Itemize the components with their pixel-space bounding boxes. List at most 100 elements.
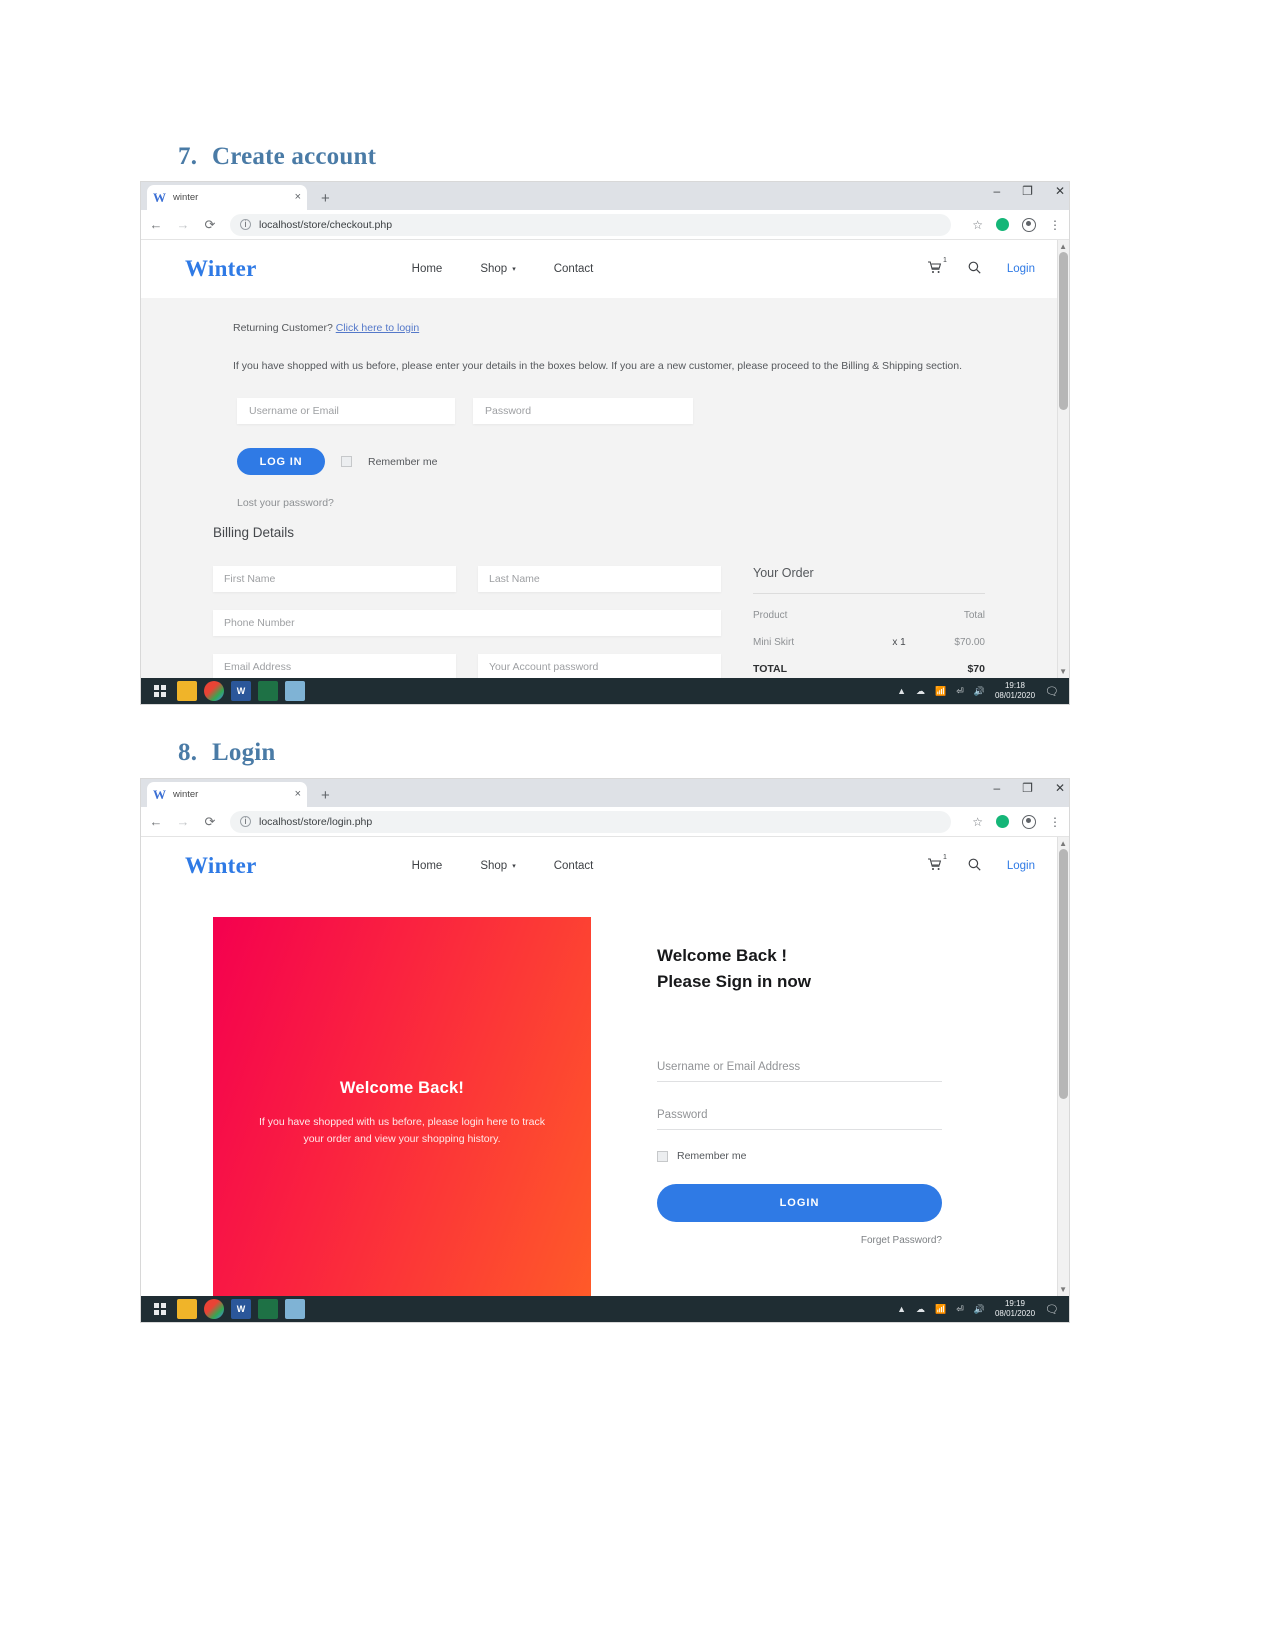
tray-expand-icon[interactable]: ▲ <box>897 686 906 696</box>
cart-icon-2[interactable]: 1 <box>927 854 947 874</box>
scrollbar-thumb[interactable] <box>1059 252 1068 410</box>
scroll-up-icon-2[interactable]: ▲ <box>1059 839 1067 848</box>
word-icon-2[interactable]: W <box>231 1299 251 1319</box>
scroll-down-icon[interactable]: ▼ <box>1059 667 1067 676</box>
page-scrollbar-2[interactable]: ▲ ▼ <box>1057 837 1069 1296</box>
login-password-input[interactable]: Password <box>657 1100 942 1130</box>
profile-avatar-icon[interactable] <box>1022 217 1036 232</box>
network-icon[interactable]: 📶 <box>935 686 946 697</box>
excel-icon-2[interactable] <box>258 1299 278 1319</box>
close-window-icon-2[interactable]: ✕ <box>1055 782 1065 794</box>
nav-item-contact-label-2: Contact <box>553 860 594 872</box>
forget-password-link[interactable]: Forget Password? <box>657 1235 942 1246</box>
url-input[interactable]: i localhost/store/checkout.php <box>230 213 952 236</box>
start-button[interactable] <box>147 685 173 697</box>
chrome-icon[interactable] <box>204 681 224 701</box>
onedrive-icon[interactable]: ☁ <box>916 686 925 697</box>
url-input-2[interactable]: i localhost/store/login.php <box>230 810 952 833</box>
close-window-icon[interactable]: ✕ <box>1055 185 1065 197</box>
battery-icon[interactable]: ⏎ <box>956 686 964 697</box>
browser-tab[interactable]: W winter × <box>147 185 307 210</box>
log-in-button[interactable]: LOG IN <box>237 448 325 475</box>
onedrive-icon-2[interactable]: ☁ <box>916 1304 925 1315</box>
nav-item-contact-2[interactable]: Contact <box>554 860 594 872</box>
lost-password-link[interactable]: Lost your password? <box>141 497 1069 509</box>
page-scrollbar[interactable]: ▲ ▼ <box>1057 240 1069 678</box>
email-address-input[interactable]: Email Address <box>213 654 456 678</box>
extension-icon-2[interactable] <box>996 815 1009 828</box>
browser-menu-icon[interactable]: ⋮ <box>1049 219 1061 231</box>
browser-tab-2[interactable]: W winter × <box>147 782 307 807</box>
nav-item-shop-2[interactable]: Shop ▾ <box>480 860 515 872</box>
first-name-input[interactable]: First Name <box>213 566 456 592</box>
account-password-input[interactable]: Your Account password <box>478 654 721 678</box>
word-icon[interactable]: W <box>231 681 251 701</box>
other-app-icon-2[interactable] <box>285 1299 305 1319</box>
address-bar-actions: ☆ ⋮ <box>964 217 1061 232</box>
bookmark-star-icon[interactable]: ☆ <box>972 218 983 232</box>
new-tab-icon[interactable]: + <box>321 190 330 207</box>
taskbar-clock[interactable]: 19:18 08/01/2020 <box>995 681 1035 701</box>
close-tab-icon[interactable]: × <box>295 192 301 203</box>
nav-login-link-2[interactable]: Login <box>1007 860 1035 872</box>
profile-avatar-icon-2[interactable] <box>1022 814 1036 829</box>
notifications-icon[interactable]: 🗨 <box>1045 685 1059 698</box>
nav-login-link[interactable]: Login <box>1007 263 1035 275</box>
taskbar-clock-2[interactable]: 19:19 08/01/2020 <box>995 1299 1035 1319</box>
reload-icon[interactable]: ⟳ <box>203 217 217 233</box>
page-viewport-2: Winter Home Shop ▾ Contact 1 Login Welco… <box>141 837 1069 1296</box>
scroll-up-icon[interactable]: ▲ <box>1059 242 1067 251</box>
username-input[interactable]: Username or Email <box>237 398 455 424</box>
maximize-icon-2[interactable]: ❐ <box>1022 782 1033 794</box>
file-explorer-icon-2[interactable] <box>177 1299 197 1319</box>
scrollbar-thumb-2[interactable] <box>1059 849 1068 1099</box>
site-info-icon[interactable]: i <box>240 219 251 230</box>
extension-icon[interactable] <box>996 218 1009 231</box>
checkout-hint-text: If you have shopped with us before, plea… <box>233 360 963 372</box>
network-icon-2[interactable]: 📶 <box>935 1304 946 1315</box>
start-button-2[interactable] <box>147 1303 173 1315</box>
volume-icon[interactable]: 🔊 <box>974 686 985 697</box>
password-input[interactable]: Password <box>473 398 693 424</box>
login-remember-checkbox[interactable] <box>657 1150 668 1162</box>
nav-item-contact[interactable]: Contact <box>554 263 594 275</box>
forward-icon[interactable]: → <box>176 217 190 232</box>
nav-item-shop[interactable]: Shop ▾ <box>480 263 515 275</box>
phone-number-input[interactable]: Phone Number <box>213 610 721 636</box>
site-logo[interactable]: Winter <box>185 256 257 282</box>
minimize-icon-2[interactable]: – <box>993 782 1000 794</box>
remember-me-checkbox[interactable] <box>341 456 352 467</box>
login-username-input[interactable]: Username or Email Address <box>657 1052 942 1082</box>
browser-menu-icon-2[interactable]: ⋮ <box>1049 816 1061 828</box>
click-here-to-login-link[interactable]: Click here to login <box>336 322 419 334</box>
battery-icon-2[interactable]: ⏎ <box>956 1304 964 1315</box>
site-logo-2[interactable]: Winter <box>185 853 257 879</box>
back-icon[interactable]: ← <box>149 217 163 232</box>
taskbar-apps: W <box>177 681 305 701</box>
minimize-icon[interactable]: – <box>993 185 1000 197</box>
notifications-icon-2[interactable]: 🗨 <box>1045 1303 1059 1316</box>
maximize-icon[interactable]: ❐ <box>1022 185 1033 197</box>
browser-window-checkout: W winter × + – ❐ ✕ ← → ⟳ i localhost/sto… <box>140 181 1070 705</box>
nav-item-home-2[interactable]: Home <box>412 860 443 872</box>
new-tab-icon-2[interactable]: + <box>321 787 330 804</box>
cart-icon[interactable]: 1 <box>927 257 947 277</box>
search-icon-2[interactable] <box>968 858 981 874</box>
search-icon[interactable] <box>968 261 981 277</box>
last-name-input[interactable]: Last Name <box>478 566 721 592</box>
site-info-icon-2[interactable]: i <box>240 816 251 827</box>
volume-icon-2[interactable]: 🔊 <box>974 1304 985 1315</box>
other-app-icon[interactable] <box>285 681 305 701</box>
login-submit-button[interactable]: LOGIN <box>657 1184 942 1222</box>
chrome-icon-2[interactable] <box>204 1299 224 1319</box>
back-icon-2[interactable]: ← <box>149 814 163 829</box>
reload-icon-2[interactable]: ⟳ <box>203 814 217 830</box>
forward-icon-2[interactable]: → <box>176 814 190 829</box>
excel-icon[interactable] <box>258 681 278 701</box>
tray-expand-icon-2[interactable]: ▲ <box>897 1304 906 1314</box>
bookmark-star-icon-2[interactable]: ☆ <box>972 815 983 829</box>
nav-item-home[interactable]: Home <box>412 263 443 275</box>
close-tab-icon-2[interactable]: × <box>295 789 301 800</box>
file-explorer-icon[interactable] <box>177 681 197 701</box>
scroll-down-icon-2[interactable]: ▼ <box>1059 1285 1067 1294</box>
